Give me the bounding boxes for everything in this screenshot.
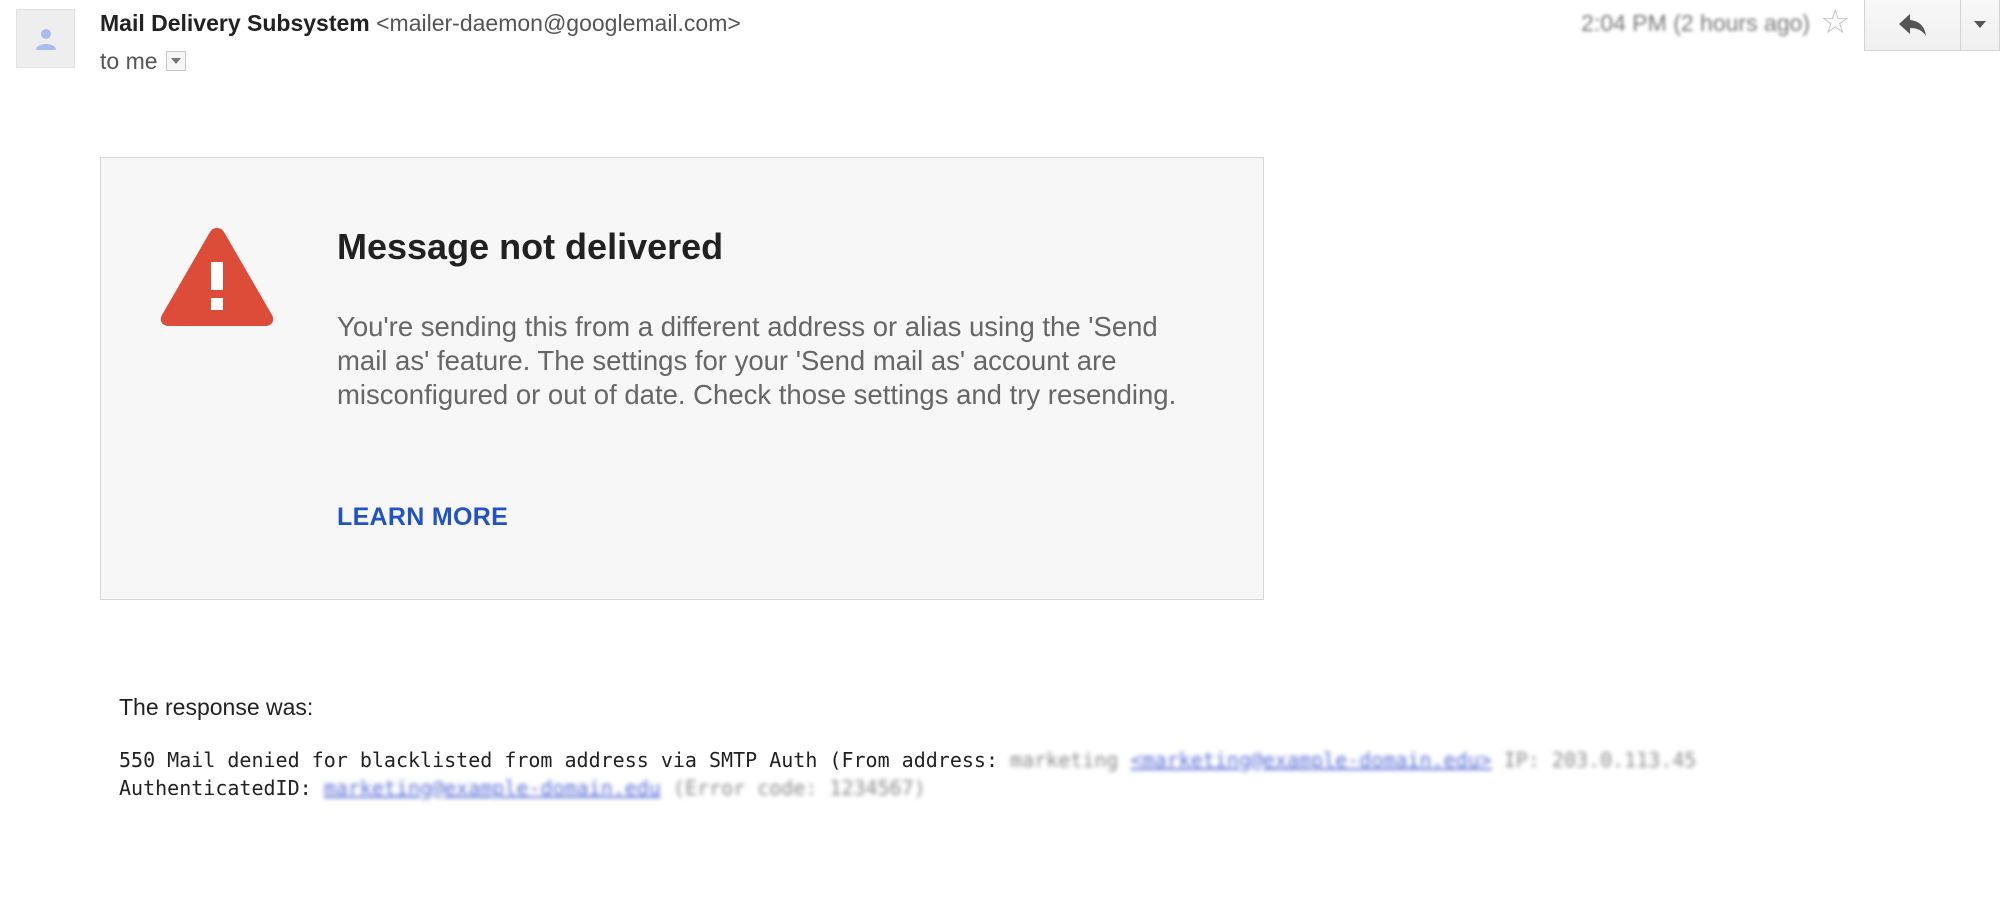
sender-email: <mailer-daemon@googlemail.com> xyxy=(376,10,741,36)
card-body-text: You're sending this from a different add… xyxy=(337,311,1177,410)
person-icon xyxy=(35,28,56,50)
response-text: 550 Mail denied for blacklisted from add… xyxy=(119,748,1011,772)
delivery-failure-card: Message not delivered You're sending thi… xyxy=(100,157,1264,600)
authenticated-id-link[interactable]: marketing@example-domain.edu xyxy=(324,776,661,800)
response-line-1: 550 Mail denied for blacklisted from add… xyxy=(119,746,1696,774)
dropdown-arrow-icon xyxy=(170,58,181,64)
chevron-down-icon xyxy=(1974,21,1986,28)
sender-name[interactable]: Mail Delivery Subsystem xyxy=(100,10,370,36)
email-view: Mail Delivery Subsystem <mailer-daemon@g… xyxy=(0,0,2000,901)
redacted-from-email-link[interactable]: <marketing@example-domain.edu> xyxy=(1130,748,1491,772)
redacted-from-name: marketing xyxy=(1010,748,1131,772)
response-line-2: AuthenticatedID: marketing@example-domai… xyxy=(119,774,926,802)
recipient-text: to me xyxy=(100,48,158,74)
sender-avatar[interactable] xyxy=(16,9,75,68)
recipient-line: to me xyxy=(100,47,186,75)
warning-icon xyxy=(160,228,274,326)
sender-line: Mail Delivery Subsystem <mailer-daemon@g… xyxy=(100,9,741,37)
reply-icon xyxy=(1898,13,1926,36)
authenticated-id-label: AuthenticatedID: xyxy=(119,776,324,800)
learn-more-link[interactable]: LEARN MORE xyxy=(337,503,508,532)
reply-button[interactable] xyxy=(1864,0,1960,51)
more-options-button[interactable] xyxy=(1960,0,2000,51)
response-label: The response was: xyxy=(119,694,314,720)
redacted-ip: IP: 203.0.113.45 xyxy=(1491,748,1697,772)
redacted-error-code: (Error code: 1234567) xyxy=(660,776,926,800)
card-title: Message not delivered xyxy=(337,226,724,267)
show-details-button[interactable] xyxy=(165,51,186,71)
star-icon[interactable]: ☆ xyxy=(1820,4,1850,40)
reply-button-group xyxy=(1864,0,2000,51)
message-date: 2:04 PM (2 hours ago) xyxy=(1581,10,1810,36)
